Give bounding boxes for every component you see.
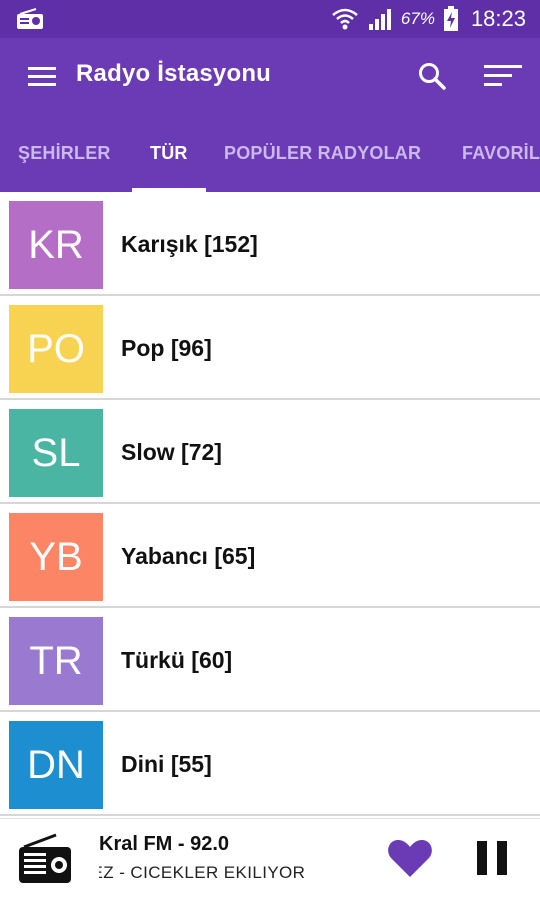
genre-list: KR Karışık [152] PO Pop [96] SL Slow [72… bbox=[0, 192, 540, 816]
tab-bar: ŞEHİRLER TÜR POPÜLER RADYOLAR FAVORİLER bbox=[0, 114, 540, 192]
station-name: Kral FM - 92.0 bbox=[99, 833, 230, 855]
genre-badge: DN bbox=[9, 721, 103, 809]
genre-badge: KR bbox=[9, 201, 103, 289]
menu-icon[interactable] bbox=[28, 64, 58, 88]
app-title: Radyo İstasyonu bbox=[76, 60, 272, 87]
genre-label: Slow [72] bbox=[121, 439, 222, 465]
wifi-icon bbox=[332, 8, 358, 30]
list-item[interactable]: PO Pop [96] bbox=[0, 296, 540, 400]
genre-badge: TR bbox=[9, 617, 103, 705]
genre-label: Türkü [60] bbox=[121, 647, 233, 673]
battery-charging-icon bbox=[443, 6, 458, 31]
list-item[interactable]: YB Yabancı [65] bbox=[0, 504, 540, 608]
tab-tur[interactable]: TÜR bbox=[150, 114, 188, 192]
genre-label: Karışık [152] bbox=[121, 231, 258, 257]
list-item[interactable]: KR Karışık [152] bbox=[0, 192, 540, 296]
sort-icon[interactable] bbox=[484, 62, 524, 90]
genre-label: Yabancı [65] bbox=[121, 543, 256, 569]
clock: 18:23 bbox=[470, 6, 526, 31]
signal-icon bbox=[368, 9, 391, 30]
song-title: MEZ - CICEKLER EKILIYOR bbox=[99, 863, 369, 883]
list-item[interactable]: SL Slow [72] bbox=[0, 400, 540, 504]
list-item[interactable]: DN Dini [55] bbox=[0, 712, 540, 816]
genre-label: Dini [55] bbox=[121, 751, 212, 777]
radio-icon bbox=[19, 833, 71, 883]
genre-label: Pop [96] bbox=[121, 335, 212, 361]
song-title-text: MEZ - CICEKLER EKILIYOR bbox=[99, 863, 306, 882]
app-bar: Radyo İstasyonu bbox=[0, 38, 540, 114]
tab-favoriler[interactable]: FAVORİLER bbox=[462, 114, 540, 192]
tab-populer-radyolar[interactable]: POPÜLER RADYOLAR bbox=[224, 114, 421, 192]
battery-percent: 67% bbox=[400, 9, 435, 28]
search-icon[interactable] bbox=[416, 60, 448, 92]
status-bar: 67% 18:23 bbox=[0, 0, 540, 38]
tab-sehirler[interactable]: ŞEHİRLER bbox=[18, 114, 111, 192]
genre-badge: YB bbox=[9, 513, 103, 601]
genre-badge: PO bbox=[9, 305, 103, 393]
now-playing-bar: Kral FM - 92.0 MEZ - CICEKLER EKILIYOR bbox=[0, 818, 540, 900]
radio-icon bbox=[17, 8, 43, 29]
genre-badge: SL bbox=[9, 409, 103, 497]
list-item[interactable]: TR Türkü [60] bbox=[0, 608, 540, 712]
pause-icon[interactable] bbox=[475, 839, 509, 877]
heart-icon[interactable] bbox=[386, 837, 434, 879]
